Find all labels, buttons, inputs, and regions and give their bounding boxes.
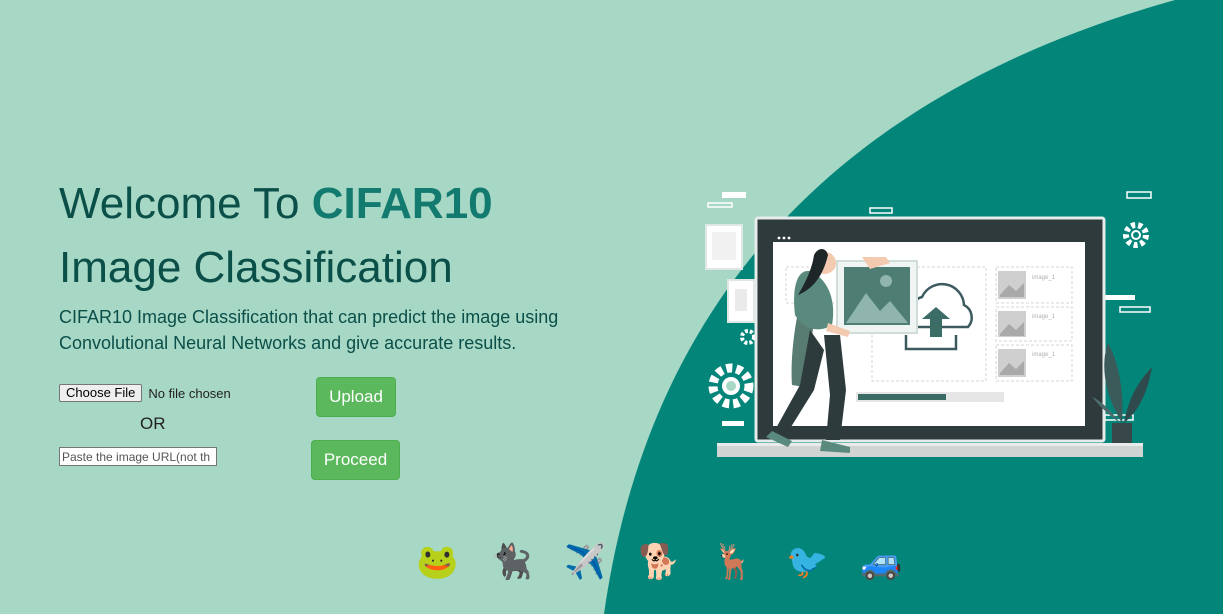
frog-icon: 🐸: [416, 543, 459, 581]
title-line-2: Image Classification: [59, 243, 453, 292]
hero-title: Welcome To CIFAR10 Image Classification: [59, 172, 619, 300]
class-icons-row: 🐸 🐈‍⬛ ✈️ 🐕 🦌 🐦 🚙: [416, 543, 903, 581]
no-file-status: No file chosen: [148, 385, 231, 401]
deer-icon: 🦌: [712, 543, 755, 581]
car-icon: 🚙: [860, 543, 903, 581]
title-brand: CIFAR10: [311, 179, 493, 228]
dog-icon: 🐕: [638, 543, 681, 581]
image-url-input[interactable]: [59, 447, 217, 466]
thumbnail-label: image_1: [1032, 314, 1056, 320]
airplane-icon: ✈️: [564, 543, 607, 581]
upload-illustration: image_1 image_1 image_1: [705, 191, 1152, 457]
cat-icon: 🐈‍⬛: [490, 543, 533, 581]
file-input[interactable]: Choose File No file chosen: [59, 384, 231, 402]
gear-icon: [740, 329, 756, 345]
upload-button[interactable]: Upload: [316, 377, 396, 417]
bird-icon: 🐦: [786, 543, 829, 581]
gear-icon: [1123, 222, 1149, 248]
thumbnail-label: image_1: [1032, 352, 1056, 358]
page-description: CIFAR10 Image Classification that can pr…: [59, 307, 559, 353]
choose-file-button[interactable]: Choose File: [59, 384, 143, 402]
title-line-1: Welcome To CIFAR10: [59, 172, 619, 236]
title-prefix: Welcome To: [59, 179, 312, 228]
proceed-button[interactable]: Proceed: [311, 440, 400, 480]
thumbnail-label: image_1: [1032, 275, 1056, 281]
gear-icon: [708, 363, 754, 409]
or-separator: OR: [140, 414, 166, 433]
